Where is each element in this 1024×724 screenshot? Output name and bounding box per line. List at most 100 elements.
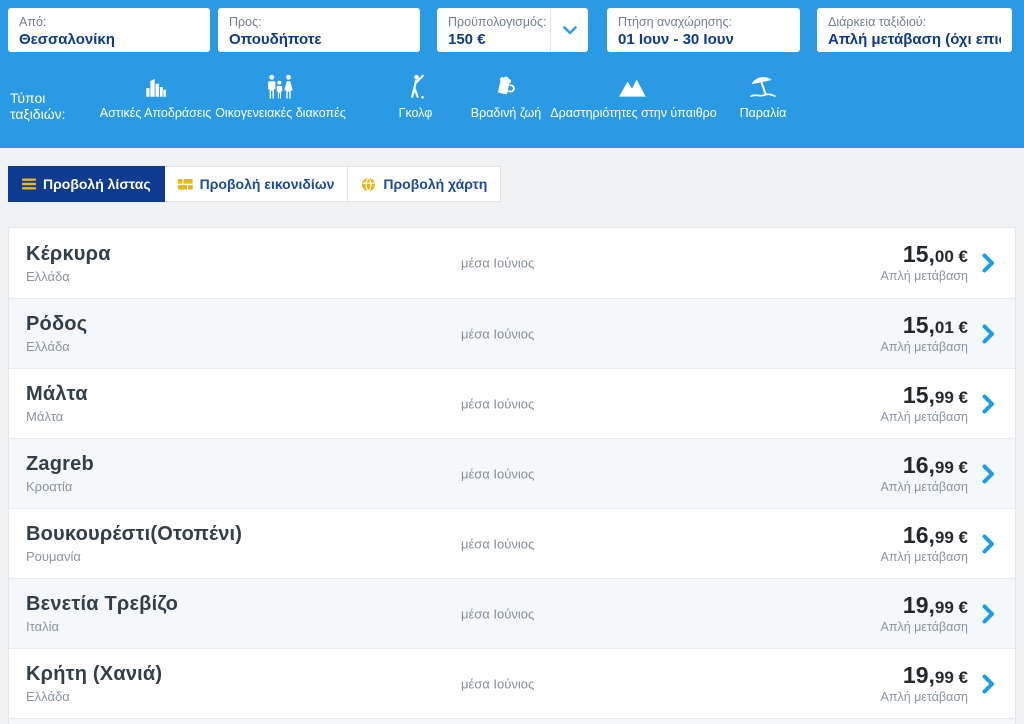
row-arrow-button[interactable] — [982, 674, 995, 694]
view-tab[interactable]: Προβολή λίστας — [8, 166, 165, 202]
fare-finder-page: Από: Θεσσαλονίκη Προς: Οπουδήποτε Προϋπο… — [0, 0, 1024, 724]
search-field[interactable]: Διάρκεια ταξιδιού: Απλή μετάβαση (όχι επ… — [817, 8, 1012, 52]
golf-icon — [404, 74, 428, 100]
view-tab[interactable]: Προβολή χάρτη — [348, 166, 501, 202]
next-row-peek — [8, 718, 1016, 724]
travel-period: μέσα Ιούνιος — [461, 676, 534, 691]
price-integer: 16, — [903, 452, 935, 478]
trip-types-label: Τύποι ταξιδιών: — [10, 90, 98, 122]
destination-country: Κροατία — [26, 479, 439, 494]
trip-type-filter[interactable]: Οικογενειακές διακοπές — [213, 74, 348, 120]
travel-period: μέσα Ιούνιος — [461, 326, 534, 341]
price-decimal: 99 € — [935, 668, 968, 687]
search-field[interactable]: Πτήση αναχώρησης: 01 Ιουν - 30 Ιουν — [607, 8, 800, 52]
destination-country: Μάλτα — [26, 409, 439, 424]
search-field[interactable]: Προς: Οπουδήποτε — [218, 8, 420, 52]
destination-country: Ελλάδα — [26, 339, 439, 354]
grid-view-icon — [178, 178, 193, 191]
price: 16,99 € — [881, 454, 968, 477]
destination-row[interactable]: Κρήτη (Χανιά) Ελλάδα μέσα Ιούνιος 19,99 … — [9, 648, 1015, 718]
trip-type-label: Βραδινή ζωή — [471, 106, 541, 120]
trip-type-filter[interactable]: Αστικές Αποδράσεις — [98, 74, 213, 120]
trip-type-filter[interactable]: Δραστηριότητες στην ύπαιθρο — [546, 74, 721, 120]
price-decimal: 99 € — [935, 458, 968, 477]
destination-name: Κρήτη (Χανιά) — [26, 663, 439, 686]
destination-country: Ελλάδα — [26, 269, 439, 284]
field-label: Προϋπολογισμός: — [448, 14, 539, 30]
trip-type-filter[interactable]: Παραλία — [733, 74, 793, 120]
price: 15,01 € — [881, 314, 968, 337]
tab-label: Προβολή εικονιδίων — [200, 176, 335, 192]
travel-period: μέσα Ιούνιος — [461, 396, 534, 411]
chevron-down-icon — [563, 26, 577, 35]
destination-country: Ρουμανία — [26, 549, 439, 564]
trip-type-filter[interactable]: Βραδινή ζωή — [466, 74, 546, 120]
chevron-right-icon — [982, 464, 995, 484]
field-value: 01 Ιουν - 30 Ιουν — [618, 30, 789, 50]
row-arrow-button[interactable] — [982, 534, 995, 554]
row-arrow-button[interactable] — [982, 253, 995, 273]
field-label: Πτήση αναχώρησης: — [618, 14, 789, 30]
destination-row[interactable]: Μάλτα Μάλτα μέσα Ιούνιος 15,99 € Απλή με… — [9, 368, 1015, 438]
trip-type-list: Αστικές Αποδράσεις Οικογενειακές διακοπέ… — [98, 74, 793, 120]
search-field[interactable]: Από: Θεσσαλονίκη — [8, 8, 210, 52]
search-header: Από: Θεσσαλονίκη Προς: Οπουδήποτε Προϋπο… — [0, 0, 1024, 148]
trip-type-label: Παραλία — [740, 106, 787, 120]
row-arrow-button[interactable] — [982, 464, 995, 484]
price-decimal: 99 € — [935, 598, 968, 617]
trip-type-filter[interactable]: Γκολφ — [393, 74, 438, 120]
price-decimal: 99 € — [935, 528, 968, 547]
chevron-right-icon — [982, 324, 995, 344]
price-integer: 16, — [903, 522, 935, 548]
destination-row[interactable]: Zagreb Κροατία μέσα Ιούνιος 16,99 € Απλή… — [9, 438, 1015, 508]
field-label: Διάρκεια ταξιδιού: — [828, 14, 1001, 30]
trip-type-label: Αστικές Αποδράσεις — [100, 106, 212, 120]
price-integer: 15, — [903, 382, 935, 408]
destination-row[interactable]: Ρόδος Ελλάδα μέσα Ιούνιος 15,01 € Απλή μ… — [9, 298, 1015, 368]
row-arrow-button[interactable] — [982, 394, 995, 414]
field-value: Απλή μετάβαση (όχι επιστρο — [828, 30, 1001, 50]
travel-period: μέσα Ιούνιος — [461, 606, 534, 621]
row-arrow-button[interactable] — [982, 604, 995, 624]
destination-row[interactable]: Βενετία Τρεβίζο Ιταλία μέσα Ιούνιος 19,9… — [9, 578, 1015, 648]
fare-type: Απλή μετάβαση — [881, 620, 968, 634]
list-view-icon — [22, 178, 36, 190]
price-decimal: 99 € — [935, 388, 968, 407]
price: 19,99 € — [881, 594, 968, 617]
trip-types-row: Τύποι ταξιδιών: Αστικές Αποδράσεις Οικογ… — [8, 74, 1016, 122]
fare-type: Απλή μετάβαση — [881, 269, 968, 283]
budget-dropdown-toggle[interactable] — [550, 8, 588, 52]
family-icon — [266, 74, 296, 100]
price: 16,99 € — [881, 524, 968, 547]
price-integer: 15, — [903, 312, 935, 338]
field-value: 150 € — [448, 30, 539, 50]
travel-period: μέσα Ιούνιος — [461, 536, 534, 551]
row-arrow-button[interactable] — [982, 324, 995, 344]
mountains-icon — [618, 74, 650, 100]
price: 15,00 € — [881, 243, 968, 266]
field-value: Θεσσαλονίκη — [19, 30, 199, 50]
price-decimal: 00 € — [935, 247, 968, 266]
travel-period: μέσα Ιούνιος — [461, 466, 534, 481]
tab-label: Προβολή λίστας — [43, 176, 151, 192]
trip-type-label: Οικογενειακές διακοπές — [215, 106, 346, 120]
chevron-right-icon — [982, 604, 995, 624]
field-value: Οπουδήποτε — [229, 30, 409, 50]
tab-label: Προβολή χάρτη — [383, 176, 487, 192]
price-decimal: 01 € — [935, 318, 968, 337]
price-integer: 19, — [903, 662, 935, 688]
search-field[interactable]: Προϋπολογισμός: 150 € — [437, 8, 588, 52]
fare-type: Απλή μετάβαση — [881, 410, 968, 424]
map-view-icon — [361, 177, 376, 192]
destination-row[interactable]: Βουκουρέστι(Οτοπένι) Ρουμανία μέσα Ιούνι… — [9, 508, 1015, 578]
destination-row[interactable]: Κέρκυρα Ελλάδα μέσα Ιούνιος 15,00 € Απλή… — [9, 228, 1015, 298]
destination-country: Ιταλία — [26, 619, 439, 634]
price: 19,99 € — [881, 664, 968, 687]
travel-period: μέσα Ιούνιος — [461, 256, 534, 271]
price-integer: 19, — [903, 592, 935, 618]
price-integer: 15, — [903, 241, 935, 267]
chevron-right-icon — [982, 253, 995, 273]
chevron-right-icon — [982, 394, 995, 414]
view-tab[interactable]: Προβολή εικονιδίων — [165, 166, 349, 202]
fare-type: Απλή μετάβαση — [881, 340, 968, 354]
